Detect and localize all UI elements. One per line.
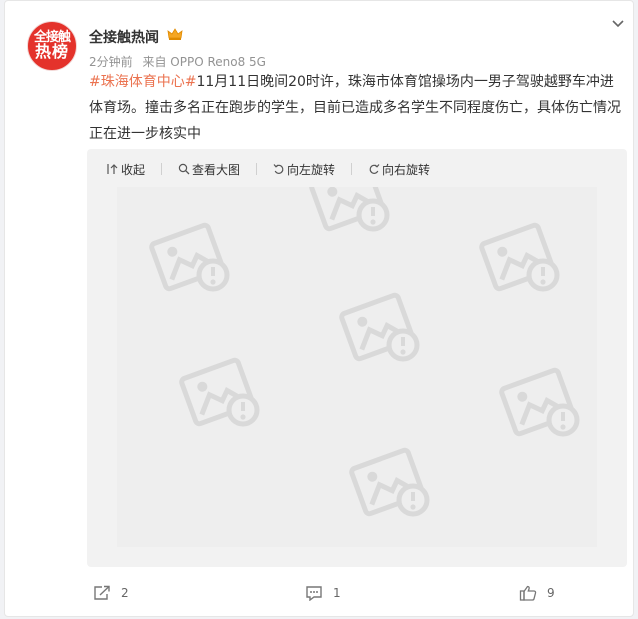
hashtag-link[interactable]: #珠海体育中心# (89, 74, 196, 90)
like-button[interactable]: 9 (519, 585, 555, 601)
media-panel: 收起 查看大图 向左旋转 向右旋转 (87, 149, 627, 567)
rotate-left-button[interactable]: 向左旋转 (273, 161, 353, 178)
divider (256, 163, 258, 175)
rotate-left-label: 向左旋转 (287, 162, 336, 177)
media-toolbar: 收起 查看大图 向左旋转 向右旋转 (107, 159, 446, 179)
weibo-post-card: 全接触 热榜 全接触热闻 2分钟前 来自 OPPO Reno8 5G #珠海体育… (4, 0, 634, 617)
image-placeholder[interactable] (117, 187, 597, 547)
comment-count: 1 (333, 586, 341, 600)
thumbs-up-icon (519, 585, 537, 601)
post-source: 来自 OPPO Reno8 5G (142, 55, 266, 69)
like-count: 9 (547, 586, 555, 600)
collapse-label: 收起 (121, 162, 146, 177)
broken-image-pattern (117, 187, 597, 547)
rotate-right-label: 向右旋转 (382, 162, 431, 177)
share-icon (94, 585, 110, 600)
avatar-text-line2: 热榜 (34, 42, 69, 62)
author-name[interactable]: 全接触热闻 (89, 27, 159, 47)
view-large-button[interactable]: 查看大图 (178, 161, 258, 178)
comment-icon (306, 586, 322, 601)
comment-button[interactable]: 1 (305, 585, 341, 601)
divider (161, 163, 163, 175)
collapse-icon (107, 164, 118, 174)
post-text: #珠海体育中心#11月11日晚间20时许，珠海市体育馆操场内一男子驾驶越野车冲进… (89, 69, 621, 147)
avatar[interactable]: 全接触 热榜 (27, 21, 77, 71)
magnifier-icon (178, 163, 190, 175)
rotate-right-icon (369, 164, 380, 174)
post-time[interactable]: 2分钟前 (89, 55, 133, 69)
collapse-button[interactable]: 收起 (107, 161, 163, 178)
post-meta: 2分钟前 来自 OPPO Reno8 5G (89, 53, 272, 70)
repost-count: 2 (121, 586, 129, 600)
repost-button[interactable]: 2 (93, 585, 129, 601)
divider (351, 163, 353, 175)
post-actions: 2 1 9 (5, 571, 635, 617)
view-large-label: 查看大图 (192, 162, 241, 177)
crown-icon (167, 28, 183, 40)
rotate-left-icon (273, 164, 284, 174)
chevron-down-icon[interactable] (611, 19, 625, 29)
rotate-right-button[interactable]: 向右旋转 (368, 161, 430, 178)
